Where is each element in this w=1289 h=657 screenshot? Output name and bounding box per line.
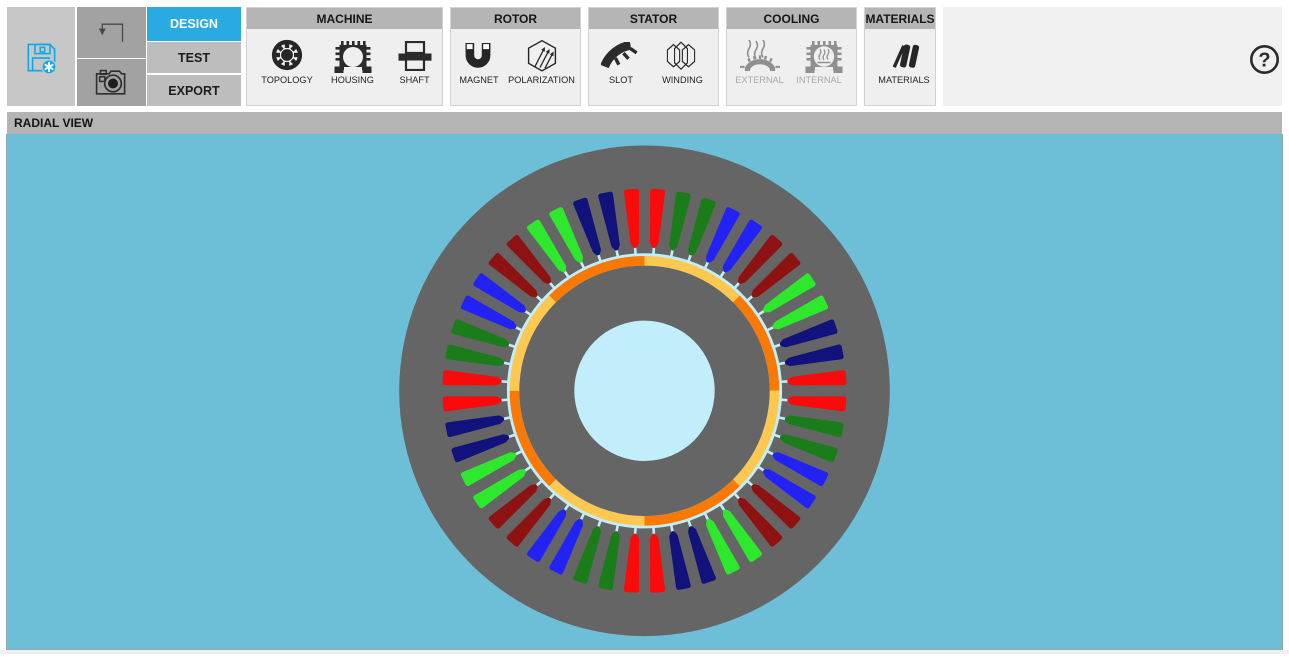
svg-text:?: ?: [1258, 50, 1270, 72]
